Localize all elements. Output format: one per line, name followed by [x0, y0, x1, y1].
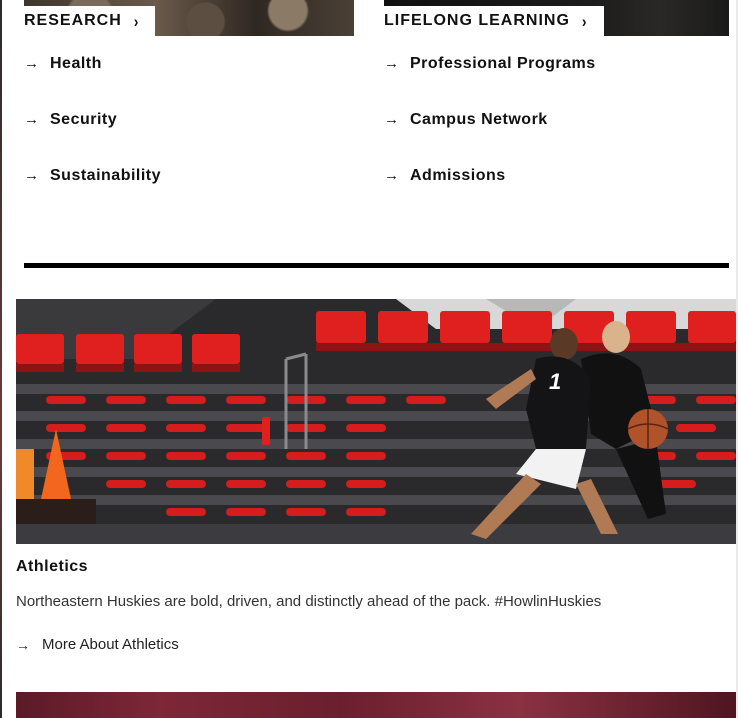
lifelong-link-admissions[interactable]: → Admissions: [384, 162, 596, 218]
link-label: More About Athletics: [42, 636, 179, 653]
research-heading: RESEARCH: [24, 12, 122, 29]
arrow-right-icon: →: [16, 636, 30, 653]
lifelong-learning-heading-link[interactable]: LIFELONG LEARNING ›: [384, 6, 604, 36]
research-links: → Health → Security → Sustainability: [24, 50, 161, 218]
research-heading-link[interactable]: RESEARCH ›: [24, 6, 156, 36]
athletics-image[interactable]: 1: [16, 299, 736, 544]
arrow-right-icon: →: [24, 111, 40, 128]
link-label: Admissions: [410, 167, 506, 184]
page-edge: [0, 0, 2, 718]
arrow-right-icon: →: [384, 111, 400, 128]
chevron-right-icon: ›: [581, 11, 588, 31]
research-link-sustainability[interactable]: → Sustainability: [24, 162, 161, 218]
link-label: Campus Network: [410, 111, 548, 128]
athletics-title: Athletics: [16, 558, 89, 575]
arrow-right-icon: →: [24, 55, 40, 72]
arrow-right-icon: →: [24, 167, 40, 184]
link-label: Security: [50, 111, 118, 128]
jersey-number: 1: [549, 369, 561, 394]
link-label: Sustainability: [50, 167, 162, 184]
link-label: Professional Programs: [410, 55, 596, 72]
lifelong-learning-links: → Professional Programs → Campus Network…: [384, 50, 596, 218]
lifelong-link-campus-network[interactable]: → Campus Network: [384, 106, 596, 162]
lifelong-learning-heading: LIFELONG LEARNING: [384, 12, 570, 29]
research-link-health[interactable]: → Health: [24, 50, 161, 106]
more-about-athletics-link[interactable]: → More About Athletics: [16, 636, 179, 653]
lifelong-link-professional-programs[interactable]: → Professional Programs: [384, 50, 596, 106]
research-link-security[interactable]: → Security: [24, 106, 161, 162]
athletics-description: Northeastern Huskies are bold, driven, a…: [16, 593, 602, 610]
chevron-right-icon: ›: [133, 11, 140, 31]
arrow-right-icon: →: [384, 167, 400, 184]
arrow-right-icon: →: [384, 55, 400, 72]
basketball-court-illustration: 1: [16, 299, 736, 544]
section-divider: [24, 263, 729, 268]
next-card-image[interactable]: [16, 692, 736, 718]
link-label: Health: [50, 55, 102, 72]
